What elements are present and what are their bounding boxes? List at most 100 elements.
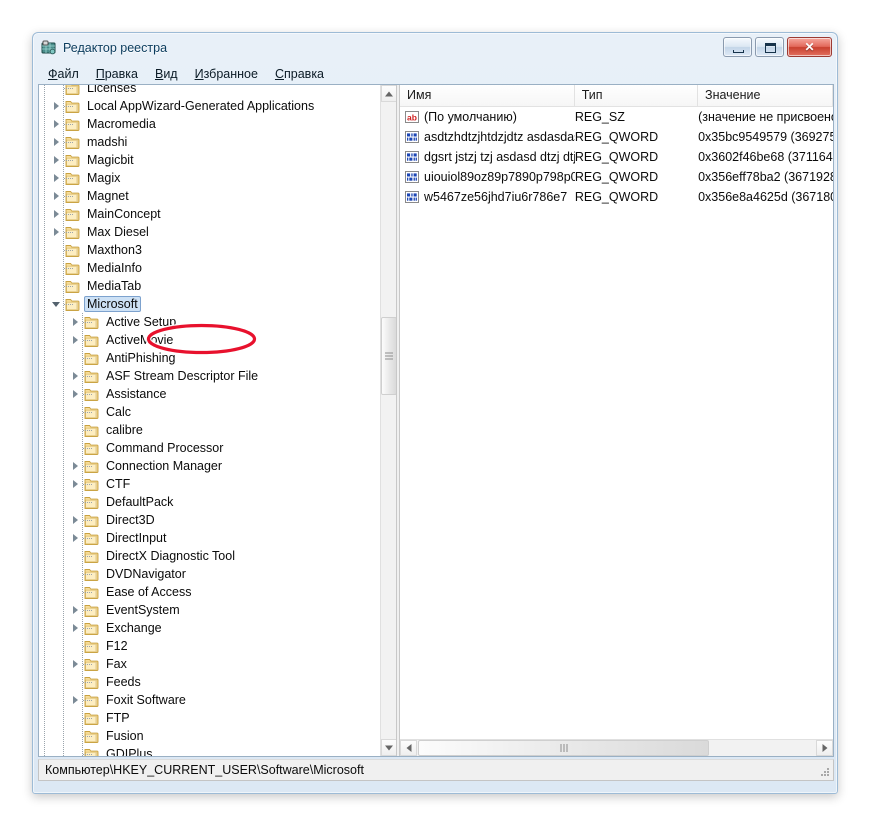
tree-expander-collapsed[interactable] <box>68 332 84 348</box>
tree-expander-collapsed[interactable] <box>68 530 84 546</box>
tree-expander-empty <box>68 440 84 456</box>
tree-expander-expanded[interactable] <box>49 296 65 312</box>
value-row[interactable]: dgsrt jstzj tzj asdasd dtzj dtj d REG_QWO… <box>400 147 833 167</box>
tree-expander-collapsed[interactable] <box>49 116 65 132</box>
resize-grip-icon[interactable] <box>818 765 830 777</box>
tree-item[interactable]: MainConcept <box>39 205 380 223</box>
tree-item[interactable]: Fusion <box>39 727 380 745</box>
tree-item[interactable]: calibre <box>39 421 380 439</box>
close-button[interactable]: ✕ <box>787 37 832 57</box>
tree-item-label: Magicbit <box>87 153 134 167</box>
tree-item[interactable]: GDIPlus <box>39 745 380 756</box>
menu-item-help[interactable]: Справка <box>267 65 333 83</box>
values-scroll-left-button[interactable] <box>400 740 417 756</box>
tree-scrollbar-thumb[interactable] <box>381 317 396 395</box>
tree-item[interactable]: Max Diesel <box>39 223 380 241</box>
value-name-text: asdtzhdtzjhtdzjdtz asdasdas... <box>424 130 575 144</box>
menu-item-edit[interactable]: Правка <box>88 65 147 83</box>
tree-item[interactable]: ActiveMovie <box>39 331 380 349</box>
values-scrollbar-thumb[interactable] <box>418 740 709 756</box>
menu-item-favorites[interactable]: Избранное <box>187 65 267 83</box>
tree-item-selected[interactable]: Microsoft <box>39 295 380 313</box>
tree-item[interactable]: Magicbit <box>39 151 380 169</box>
tree-item[interactable]: Active Setup <box>39 313 380 331</box>
tree-item[interactable]: Magnet <box>39 187 380 205</box>
column-header[interactable]: Значение <box>698 85 833 106</box>
tree-item-label: EventSystem <box>106 603 180 617</box>
tree-item[interactable]: DirectInput <box>39 529 380 547</box>
tree-expander-collapsed[interactable] <box>49 224 65 240</box>
tree-connector <box>83 700 92 701</box>
tree-expander-collapsed[interactable] <box>49 170 65 186</box>
tree-item[interactable]: Command Processor <box>39 439 380 457</box>
tree-expander-collapsed[interactable] <box>68 512 84 528</box>
tree-item[interactable]: Licenses <box>39 85 380 97</box>
tree-expander-collapsed[interactable] <box>49 188 65 204</box>
menu-item-view[interactable]: Вид <box>147 65 187 83</box>
tree-item[interactable]: Maxthon3 <box>39 241 380 259</box>
tree-expander-collapsed[interactable] <box>68 476 84 492</box>
tree-item[interactable]: F12 <box>39 637 380 655</box>
menu-item-file[interactable]: Файл <box>40 65 88 83</box>
tree-item[interactable]: MediaTab <box>39 277 380 295</box>
value-row[interactable]: asdtzhdtzjhtdzjdtz asdasdas... REG_QWORD 0… <box>400 127 833 147</box>
tree-expander-empty <box>68 548 84 564</box>
value-row[interactable]: ab (По умолчанию) REG_SZ (значение не присв… <box>400 107 833 127</box>
tree-item[interactable]: Calc <box>39 403 380 421</box>
tree-expander-collapsed[interactable] <box>68 458 84 474</box>
tree-scroll-up-button[interactable] <box>381 85 396 102</box>
tree-item[interactable]: Direct3D <box>39 511 380 529</box>
tree-item-label: AntiPhishing <box>106 351 176 365</box>
tree-expander-collapsed[interactable] <box>68 656 84 672</box>
tree-vertical-scrollbar[interactable] <box>380 85 396 756</box>
tree-item[interactable]: Fax <box>39 655 380 673</box>
tree-expander-collapsed[interactable] <box>49 206 65 222</box>
tree-item[interactable]: madshi <box>39 133 380 151</box>
values-column-headers: Имя Тип Значение <box>400 85 833 107</box>
title-bar[interactable]: Редактор реестра ✕ <box>33 33 837 63</box>
tree-item[interactable]: Connection Manager <box>39 457 380 475</box>
tree-item[interactable]: Local AppWizard-Generated Applications <box>39 97 380 115</box>
tree-item[interactable]: Macromedia <box>39 115 380 133</box>
tree-item[interactable]: Foxit Software <box>39 691 380 709</box>
tree-item[interactable]: AntiPhishing <box>39 349 380 367</box>
tree-expander-collapsed[interactable] <box>68 602 84 618</box>
tree-item[interactable]: Magix <box>39 169 380 187</box>
tree-connector <box>64 250 73 251</box>
tree-scroll-down-button[interactable] <box>381 739 396 756</box>
tree-connector <box>64 124 73 125</box>
tree-item[interactable]: DVDNavigator <box>39 565 380 583</box>
values-scroll-right-button[interactable] <box>816 740 833 756</box>
value-row[interactable]: w5467ze56jhd7iu6r786e7 REG_QWORD 0x356e8a4… <box>400 187 833 207</box>
tree-item[interactable]: MediaInfo <box>39 259 380 277</box>
value-type-cell: REG_QWORD <box>574 130 659 144</box>
tree-item[interactable]: CTF <box>39 475 380 493</box>
tree-expander-collapsed[interactable] <box>49 98 65 114</box>
tree-item[interactable]: Feeds <box>39 673 380 691</box>
values-horizontal-scrollbar[interactable] <box>400 739 833 756</box>
tree-expander-collapsed[interactable] <box>49 134 65 150</box>
tree-expander-empty <box>49 278 65 294</box>
minimize-button[interactable] <box>723 37 752 57</box>
tree-item[interactable]: ASF Stream Descriptor File <box>39 367 380 385</box>
tree-item[interactable]: EventSystem <box>39 601 380 619</box>
tree-expander-collapsed[interactable] <box>68 620 84 636</box>
tree-expander-collapsed[interactable] <box>68 368 84 384</box>
registry-tree[interactable]: Licenses Local AppWizard-Generated Applic… <box>39 85 380 756</box>
tree-expander-collapsed[interactable] <box>68 692 84 708</box>
tree-item[interactable]: Ease of Access <box>39 583 380 601</box>
tree-item[interactable]: Exchange <box>39 619 380 637</box>
maximize-button[interactable] <box>755 37 784 57</box>
column-header[interactable]: Тип <box>575 85 699 106</box>
values-list[interactable]: ab (По умолчанию) REG_SZ (значение не присв… <box>400 107 833 739</box>
tree-expander-collapsed[interactable] <box>49 152 65 168</box>
tree-expander-collapsed[interactable] <box>68 386 84 402</box>
tree-item-label: calibre <box>106 423 143 437</box>
tree-item[interactable]: DefaultPack <box>39 493 380 511</box>
tree-item[interactable]: Assistance <box>39 385 380 403</box>
column-header[interactable]: Имя <box>400 85 575 106</box>
tree-item[interactable]: DirectX Diagnostic Tool <box>39 547 380 565</box>
tree-expander-collapsed[interactable] <box>68 314 84 330</box>
tree-item[interactable]: FTP <box>39 709 380 727</box>
value-row[interactable]: uiouiol89oz89p7890p798p07...REG_QWORD 0x3… <box>400 167 833 187</box>
